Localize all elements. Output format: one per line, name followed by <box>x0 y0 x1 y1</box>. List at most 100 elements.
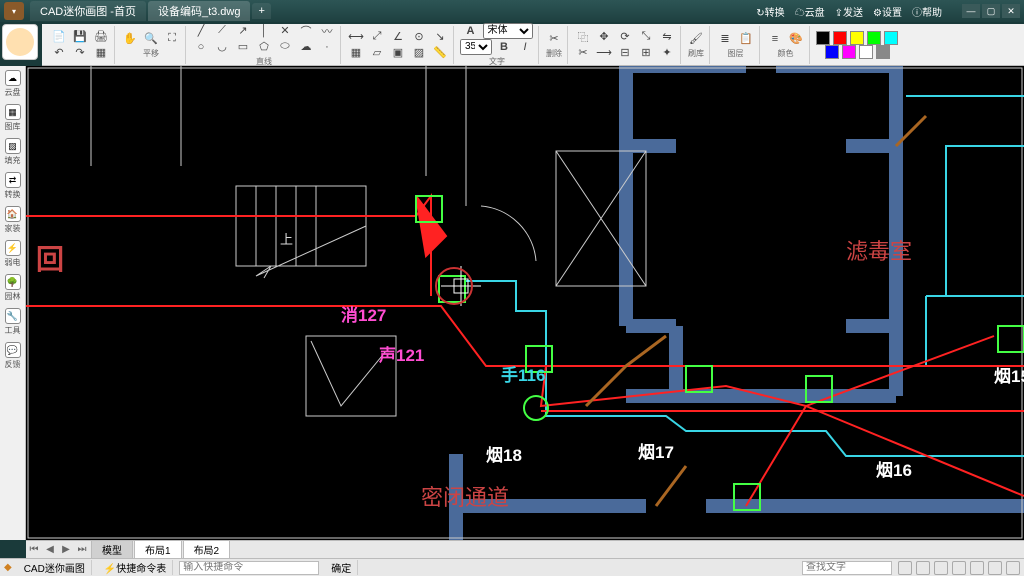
extend-icon[interactable]: ⟶ <box>595 45 613 61</box>
copy-icon[interactable]: ⿻ <box>574 29 592 45</box>
swatch-blue[interactable] <box>825 45 839 59</box>
polygon-icon[interactable]: ⬠ <box>255 39 273 55</box>
leader-icon[interactable]: ↘ <box>431 29 449 45</box>
tab-model[interactable]: 模型 <box>91 540 133 559</box>
app-menu-button[interactable] <box>4 2 24 20</box>
arc-icon[interactable]: ◡ <box>213 39 231 55</box>
block-icon[interactable]: ▣ <box>389 45 407 61</box>
color-picker-icon[interactable]: 🎨 <box>787 31 805 47</box>
dim-radius-icon[interactable]: ⊙ <box>410 29 428 45</box>
scale-icon[interactable]: ⤡ <box>637 29 655 45</box>
cloud-icon[interactable]: ☁ <box>297 39 315 55</box>
sidebar-item-convert[interactable]: ⇄转换 <box>2 172 24 200</box>
tab-add[interactable]: + <box>252 3 270 19</box>
tab-home[interactable]: CAD迷你画图 -首页 <box>30 1 146 21</box>
drawing-canvas[interactable]: 消127声121手116烟18烟17烟16烟15消128 滤毒室密闭通道战时进风… <box>26 66 1024 540</box>
mirror-icon[interactable]: ⇋ <box>658 29 676 45</box>
table-icon[interactable]: ▦ <box>347 45 365 61</box>
sidebar-item-garden[interactable]: 🌳园林 <box>2 274 24 302</box>
ellipse-icon[interactable]: ⬭ <box>276 39 294 55</box>
swatch-cyan[interactable] <box>884 31 898 45</box>
circle-icon[interactable]: ○ <box>192 39 210 55</box>
status-lwt-icon[interactable] <box>988 561 1002 575</box>
brush-icon[interactable]: 🖌 <box>687 31 705 47</box>
xline-icon[interactable]: ✕ <box>276 23 294 39</box>
polyline-icon[interactable]: ⟋ <box>213 23 231 39</box>
undo-icon[interactable]: ↶ <box>50 45 68 61</box>
swatch-yellow[interactable] <box>850 31 864 45</box>
vline-icon[interactable]: │ <box>255 23 273 39</box>
font-size-select[interactable]: 350 <box>460 39 492 55</box>
grid-icon[interactable]: ▦ <box>92 45 110 61</box>
status-osnap-icon[interactable] <box>970 561 984 575</box>
tab-nav-next[interactable]: ▶ <box>58 542 74 558</box>
cad-drawing[interactable] <box>26 66 1024 540</box>
sidebar-item-electric[interactable]: ⚡弱电 <box>2 240 24 268</box>
swatch-white[interactable] <box>859 45 873 59</box>
sidebar-item-feedback[interactable]: 💬反馈 <box>2 342 24 370</box>
dim-angle-icon[interactable]: ∠ <box>389 29 407 45</box>
status-model-icon[interactable] <box>1006 561 1020 575</box>
action-convert[interactable]: ↻转换 <box>756 4 784 19</box>
tab-document[interactable]: 设备编码_t3.dwg <box>148 1 251 21</box>
offset-icon[interactable]: ⊟ <box>616 45 634 61</box>
search-input[interactable] <box>802 561 892 575</box>
point-icon[interactable]: · <box>318 39 336 55</box>
spline-icon[interactable]: 〰 <box>318 23 336 39</box>
action-settings[interactable]: ⚙设置 <box>873 4 902 19</box>
tab-layout1[interactable]: 布局1 <box>134 540 182 559</box>
sidebar-item-cloud[interactable]: ☁云盘 <box>2 70 24 98</box>
line-icon[interactable]: ╱ <box>192 23 210 39</box>
dim-linear-icon[interactable]: ⟷ <box>347 29 365 45</box>
sidebar-item-home[interactable]: 🏠家装 <box>2 206 24 234</box>
window-minimize[interactable]: — <box>962 4 980 18</box>
user-avatar[interactable] <box>2 24 38 60</box>
status-cmd-label[interactable]: ⚡快捷命令表 <box>98 560 173 575</box>
rect-icon[interactable]: ▭ <box>234 39 252 55</box>
window-close[interactable]: ✕ <box>1002 4 1020 18</box>
area-icon[interactable]: ▱ <box>368 45 386 61</box>
layer-mgr-icon[interactable]: 📋 <box>737 31 755 47</box>
text-icon[interactable]: A <box>462 23 480 39</box>
sidebar-item-library[interactable]: ▦图库 <box>2 104 24 132</box>
measure-icon[interactable]: 📏 <box>431 45 449 61</box>
status-ok-button[interactable]: 确定 <box>325 560 358 575</box>
new-file-icon[interactable]: 📄 <box>50 29 68 45</box>
zoom-in-icon[interactable]: 🔍 <box>142 31 160 47</box>
array-icon[interactable]: ⊞ <box>637 45 655 61</box>
save-icon[interactable]: 💾 <box>71 29 89 45</box>
tab-nav-last[interactable]: ⏭ <box>74 542 90 558</box>
swatch-green[interactable] <box>867 31 881 45</box>
zoom-fit-icon[interactable]: ⛶ <box>163 31 181 47</box>
move-icon[interactable]: ✥ <box>595 29 613 45</box>
italic-icon[interactable]: I <box>516 39 534 55</box>
command-input[interactable] <box>179 561 319 575</box>
redo-icon[interactable]: ↷ <box>71 45 89 61</box>
swatch-magenta[interactable] <box>842 45 856 59</box>
ray-icon[interactable]: ↗ <box>234 23 252 39</box>
status-snap-icon[interactable] <box>898 561 912 575</box>
dim-align-icon[interactable]: ⤢ <box>368 29 386 45</box>
action-cloud[interactable]: ☁云盘 <box>795 4 825 19</box>
rotate-icon[interactable]: ⟳ <box>616 29 634 45</box>
layer-icon[interactable]: ≣ <box>716 31 734 47</box>
font-select[interactable]: 宋体 <box>483 23 533 39</box>
swatch-gray[interactable] <box>876 45 890 59</box>
bold-icon[interactable]: B <box>495 39 513 55</box>
arc2-icon[interactable]: ⌒ <box>297 23 315 39</box>
hatch-icon[interactable]: ▨ <box>410 45 428 61</box>
action-help[interactable]: ⓘ帮助 <box>912 4 942 19</box>
swatch-red[interactable] <box>833 31 847 45</box>
pan-icon[interactable]: ✋ <box>121 31 139 47</box>
tab-layout2[interactable]: 布局2 <box>183 540 231 559</box>
status-ortho-icon[interactable] <box>934 561 948 575</box>
tab-nav-prev[interactable]: ◀ <box>42 542 58 558</box>
status-polar-icon[interactable] <box>952 561 966 575</box>
swatch-black[interactable] <box>816 31 830 45</box>
print-icon[interactable]: 🖨 <box>92 29 110 45</box>
sidebar-item-hatch[interactable]: ▨填充 <box>2 138 24 166</box>
lineweight-icon[interactable]: ≡ <box>766 31 784 47</box>
window-maximize[interactable]: ▢ <box>982 4 1000 18</box>
sidebar-item-tools[interactable]: 🔧工具 <box>2 308 24 336</box>
status-grid-icon[interactable] <box>916 561 930 575</box>
